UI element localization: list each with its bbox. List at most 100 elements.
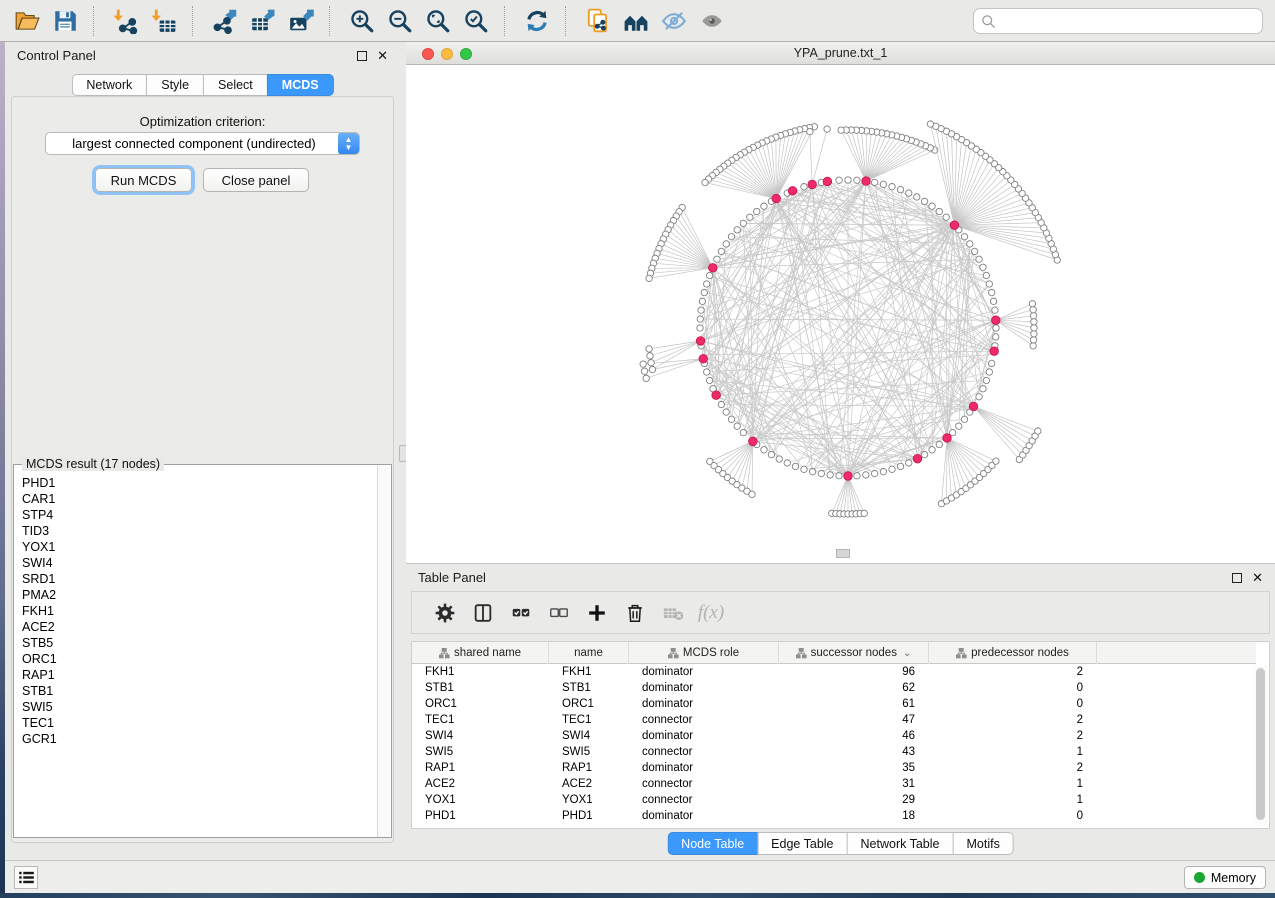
mcds-result-item[interactable]: SRD1 xyxy=(22,571,379,587)
table-cell[interactable]: 46 xyxy=(779,728,929,744)
graph-node[interactable] xyxy=(801,184,807,190)
add-column-button[interactable] xyxy=(580,596,614,630)
graph-node[interactable] xyxy=(697,325,703,331)
table-row[interactable]: PHD1PHD1dominator180 xyxy=(412,808,1256,824)
graph-node[interactable] xyxy=(747,214,753,220)
mcds-hub-node[interactable] xyxy=(772,194,781,203)
graph-node[interactable] xyxy=(838,127,844,133)
mcds-result-item[interactable]: CAR1 xyxy=(22,491,379,507)
graph-node[interactable] xyxy=(648,360,654,366)
mcds-hub-node[interactable] xyxy=(749,437,758,446)
tab-node-table[interactable]: Node Table xyxy=(667,832,757,855)
graph-node[interactable] xyxy=(1031,319,1037,325)
graph-node[interactable] xyxy=(704,281,710,287)
table-row[interactable]: ACE2ACE2connector311 xyxy=(412,776,1256,792)
graph-node[interactable] xyxy=(824,126,830,132)
table-options-button[interactable] xyxy=(428,596,462,630)
graph-node[interactable] xyxy=(906,460,912,466)
mcds-result-item[interactable]: TID3 xyxy=(22,523,379,539)
graph-node[interactable] xyxy=(921,198,927,204)
graph-node[interactable] xyxy=(761,447,767,453)
table-cell[interactable]: PHD1 xyxy=(549,808,629,824)
mcds-hub-node[interactable] xyxy=(862,177,871,186)
tab-network[interactable]: Network xyxy=(71,74,146,96)
table-cell[interactable]: RAP1 xyxy=(549,760,629,776)
table-cell[interactable]: YOX1 xyxy=(549,792,629,808)
mcds-hub-node[interactable] xyxy=(991,316,1000,325)
graph-node[interactable] xyxy=(889,184,895,190)
hide-selected-button[interactable] xyxy=(658,4,691,37)
graph-node[interactable] xyxy=(706,272,712,278)
network-hscroll-thumb[interactable] xyxy=(836,549,850,558)
table-cell[interactable]: dominator xyxy=(629,808,779,824)
mcds-result-list[interactable]: PHD1CAR1STP4TID3YOX1SWI4SRD1PMA2FKH1ACE2… xyxy=(15,471,379,837)
graph-node[interactable] xyxy=(871,179,877,185)
delete-table-button[interactable] xyxy=(656,596,690,630)
criterion-dropdown[interactable]: largest connected component (undirected)… xyxy=(45,132,360,155)
table-cell[interactable]: 47 xyxy=(779,712,929,728)
graph-node[interactable] xyxy=(749,491,755,497)
graph-node[interactable] xyxy=(956,423,962,429)
graph-node[interactable] xyxy=(641,368,647,374)
graph-node[interactable] xyxy=(699,298,705,304)
graph-node[interactable] xyxy=(845,177,851,183)
graph-node[interactable] xyxy=(698,307,704,313)
graph-node[interactable] xyxy=(761,203,767,209)
graph-node[interactable] xyxy=(971,248,977,254)
graph-node[interactable] xyxy=(776,456,782,462)
mcds-hub-node[interactable] xyxy=(950,221,959,230)
graph-node[interactable] xyxy=(976,394,982,400)
tab-network-table[interactable]: Network Table xyxy=(847,832,953,855)
zoom-out-button[interactable] xyxy=(384,4,417,37)
graph-node[interactable] xyxy=(836,177,842,183)
table-cell[interactable]: dominator xyxy=(629,760,779,776)
graph-node[interactable] xyxy=(986,369,992,375)
search-input[interactable] xyxy=(996,11,1262,31)
table-row[interactable]: FKH1FKH1dominator962 xyxy=(412,664,1256,680)
mcds-list-scrollbar[interactable] xyxy=(377,466,390,837)
table-cell[interactable]: 2 xyxy=(929,760,1097,776)
graph-node[interactable] xyxy=(818,470,824,476)
table-cell[interactable]: YOX1 xyxy=(412,792,549,808)
graph-node[interactable] xyxy=(897,463,903,469)
close-panel-button[interactable]: Close panel xyxy=(203,168,309,192)
graph-node[interactable] xyxy=(889,466,895,472)
table-cell[interactable]: connector xyxy=(629,792,779,808)
float-table-panel-icon[interactable] xyxy=(1232,573,1242,583)
table-cell[interactable]: dominator xyxy=(629,728,779,744)
table-cell[interactable]: connector xyxy=(629,776,779,792)
graph-node[interactable] xyxy=(906,190,912,196)
graph-node[interactable] xyxy=(740,429,746,435)
float-panel-icon[interactable] xyxy=(357,51,367,61)
tab-style[interactable]: Style xyxy=(146,74,203,96)
graph-node[interactable] xyxy=(927,121,933,127)
graph-node[interactable] xyxy=(897,186,903,192)
mcds-result-item[interactable]: PHD1 xyxy=(22,475,379,491)
tab-motifs[interactable]: Motifs xyxy=(952,832,1013,855)
column-header-predecessor-nodes[interactable]: predecessor nodes xyxy=(929,642,1097,664)
mcds-hub-node[interactable] xyxy=(699,354,708,363)
table-cell[interactable]: dominator xyxy=(629,664,779,680)
table-cell[interactable]: 1 xyxy=(929,792,1097,808)
refresh-view-button[interactable] xyxy=(521,4,554,37)
graph-node[interactable] xyxy=(921,451,927,457)
mcds-result-item[interactable]: ACE2 xyxy=(22,619,379,635)
mcds-result-item[interactable]: STB1 xyxy=(22,683,379,699)
table-cell[interactable]: 2 xyxy=(929,664,1097,680)
graph-node[interactable] xyxy=(706,377,712,383)
mcds-hub-node[interactable] xyxy=(823,177,832,186)
mcds-hub-node[interactable] xyxy=(990,347,999,356)
mcds-result-item[interactable]: STB5 xyxy=(22,635,379,651)
graph-node[interactable] xyxy=(1030,337,1036,343)
function-builder-button[interactable]: f(x) xyxy=(694,596,728,630)
close-panel-icon[interactable]: ✕ xyxy=(377,51,388,61)
table-cell[interactable]: STB1 xyxy=(412,680,549,696)
table-cell[interactable]: TEC1 xyxy=(549,712,629,728)
export-table-button[interactable] xyxy=(247,4,280,37)
graph-node[interactable] xyxy=(967,241,973,247)
table-scrollbar[interactable] xyxy=(1255,666,1267,826)
table-cell[interactable]: SWI5 xyxy=(549,744,629,760)
graph-node[interactable] xyxy=(734,423,740,429)
table-row[interactable]: ORC1ORC1dominator610 xyxy=(412,696,1256,712)
graph-node[interactable] xyxy=(714,256,720,262)
